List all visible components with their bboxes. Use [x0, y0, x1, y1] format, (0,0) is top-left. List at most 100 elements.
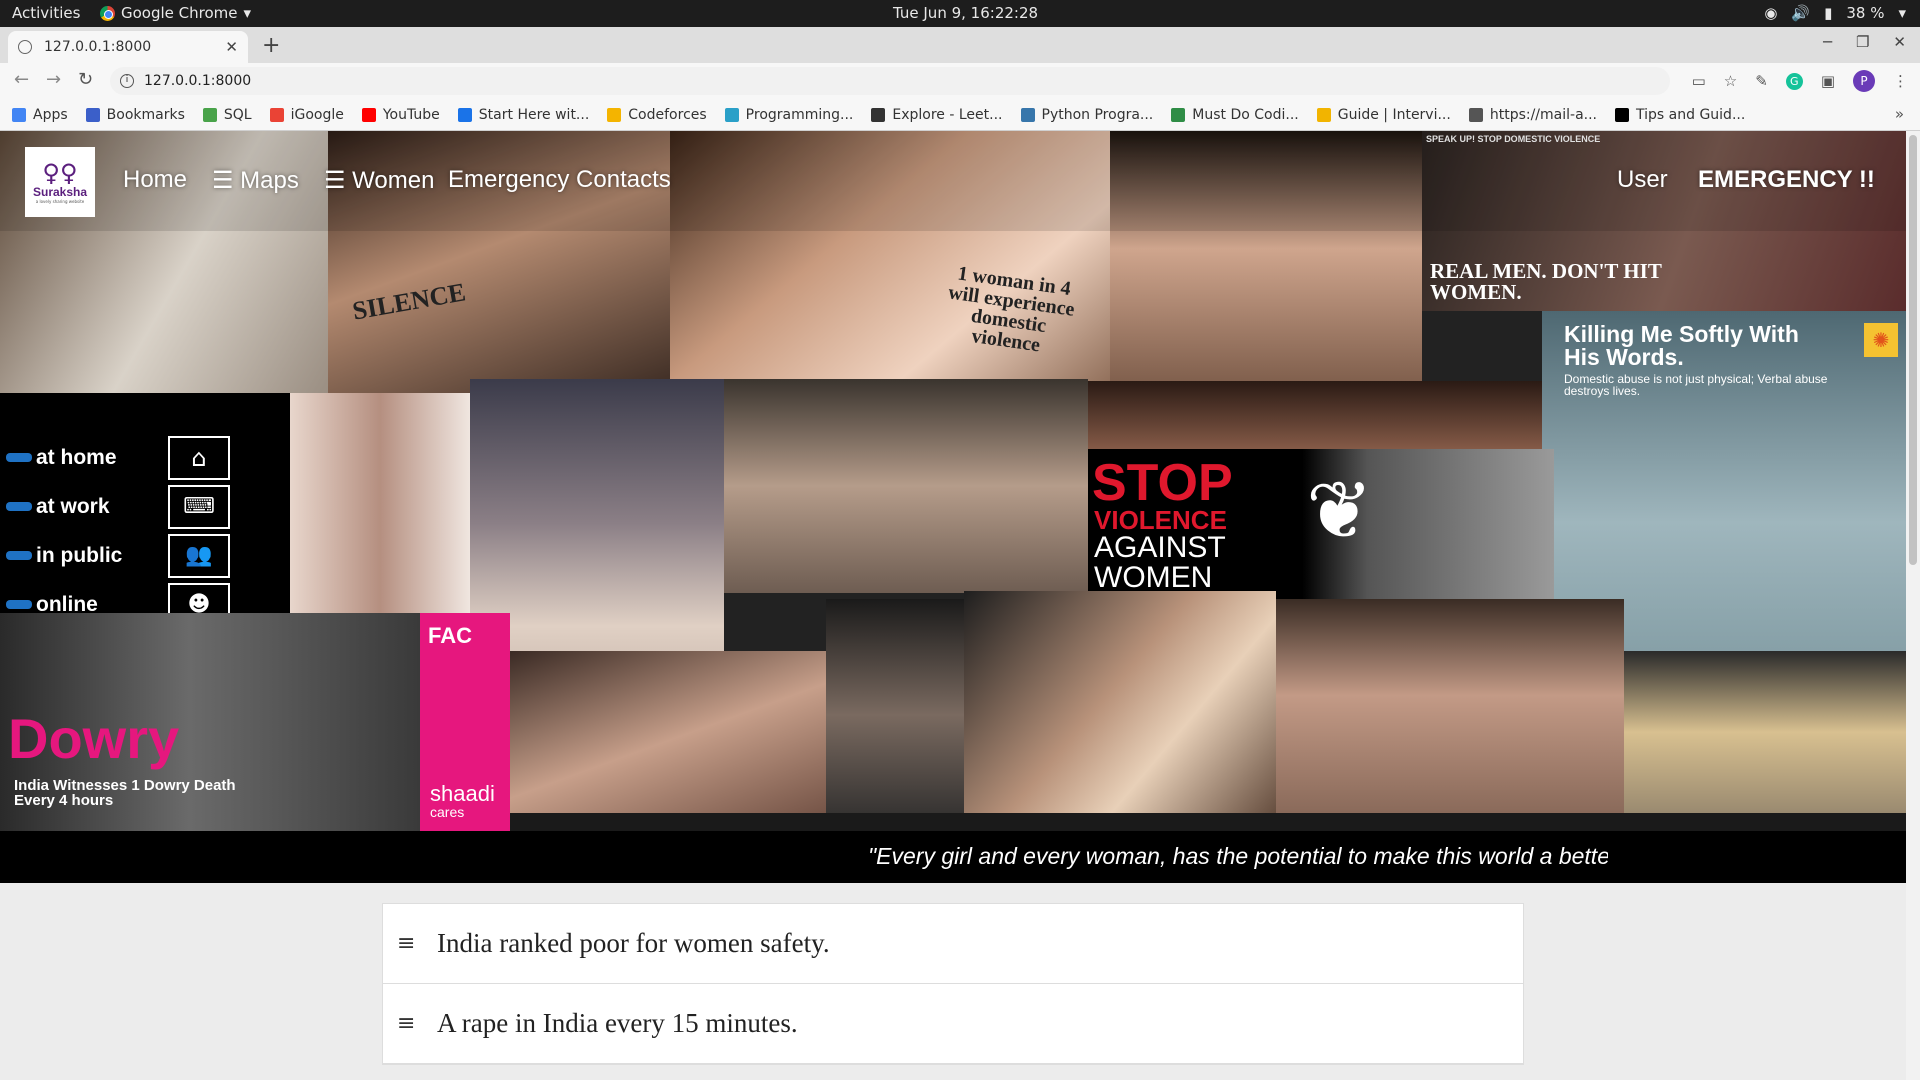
back-icon[interactable]: ←	[14, 69, 29, 90]
silence-text: SILENCE	[350, 277, 468, 326]
nav-women[interactable]: ☰ Women	[324, 166, 434, 195]
minimize-icon[interactable]: ─	[1823, 33, 1832, 51]
nav-emergency-button[interactable]: EMERGENCY !!	[1698, 166, 1875, 194]
bookmark-favicon-icon	[202, 107, 217, 122]
collage-photo-sunglasses	[1624, 651, 1906, 813]
profile-avatar[interactable]: P	[1853, 70, 1875, 92]
bookmark-item[interactable]: Apps	[12, 107, 68, 123]
extension-cast-icon[interactable]: ▣	[1821, 72, 1835, 90]
one-in-four-text: 1 woman in 4 will experience domestic vi…	[946, 262, 1076, 357]
bookmark-favicon-icon	[1615, 107, 1630, 122]
nav-emergency-contacts[interactable]: Emergency Contacts	[448, 166, 671, 194]
bookmark-favicon-icon	[269, 107, 284, 122]
bookmark-label: SQL	[223, 106, 252, 123]
quote-text: "Every girl and every woman, has the pot…	[868, 843, 1608, 869]
bookmark-favicon-icon	[724, 107, 739, 122]
collage-photo-woman-portrait	[826, 599, 964, 831]
bookmark-item[interactable]: Codeforces	[607, 107, 707, 123]
bookmark-item[interactable]: Explore - Leet...	[871, 106, 1003, 123]
chevron-down-icon: ▾	[243, 4, 252, 22]
menu-icon: ≡	[397, 931, 416, 956]
bookmark-item[interactable]: Bookmarks	[85, 107, 185, 123]
tab-strip: 127.0.0.1:8000 ✕ + ─ ❐ ✕	[0, 27, 1920, 63]
collage-photo-crying-baby	[510, 651, 826, 831]
new-tab-button[interactable]: +	[262, 33, 280, 58]
toolbar-icons: ▭ ☆ ✎ G ▣ P ⋮	[1692, 63, 1908, 99]
bookmark-label: Apps	[33, 106, 68, 123]
facts-list: ≡ India ranked poor for women safety. ≡ A r…	[382, 903, 1524, 1065]
bookmark-item[interactable]: Programming...	[724, 107, 853, 123]
bookmark-star-icon[interactable]: ☆	[1724, 72, 1737, 90]
fact-item[interactable]: ≡ A rape in India every 15 minutes.	[383, 984, 1523, 1064]
battery-icon: ▮	[1824, 4, 1833, 22]
office-icon: ⌨	[168, 484, 230, 529]
bookmark-item[interactable]: Tips and Guid...	[1615, 107, 1745, 123]
close-tab-icon[interactable]: ✕	[225, 38, 238, 56]
bookmark-item[interactable]: Must Do Codi...	[1171, 106, 1299, 123]
hero-collage: SILENCE 1 woman in 4 will experience dom…	[0, 131, 1906, 831]
nav-home[interactable]: Home	[123, 166, 187, 194]
nav-maps[interactable]: ☰ Maps	[212, 166, 299, 195]
people-icon: 👥	[168, 533, 230, 578]
bookmark-item[interactable]: YouTube	[361, 106, 440, 123]
collage-where-panel: at home ⌂ at work ⌨ in public 👥 online ☻	[0, 393, 290, 613]
app-menu[interactable]: Google Chrome ▾	[100, 4, 251, 22]
restore-icon[interactable]: ❐	[1856, 33, 1869, 51]
where-item-online: online ☻	[6, 580, 230, 613]
nav-user[interactable]: User	[1617, 166, 1668, 194]
bookmark-item[interactable]: iGoogle	[269, 106, 344, 123]
bookmark-item[interactable]: Python Progra...	[1020, 107, 1153, 123]
stop-text: STOP	[1092, 454, 1233, 512]
url-text[interactable]: 127.0.0.1:8000	[144, 73, 251, 89]
where-item-home: at home ⌂	[6, 433, 230, 482]
system-top-bar: Activities Google Chrome ▾ Tue Jun 9, 16…	[0, 0, 1920, 27]
bookmark-label: Must Do Codi...	[1192, 106, 1299, 123]
where-label-work: at work	[36, 495, 110, 518]
where-item-public: in public 👥	[6, 531, 230, 580]
bookmarks-overflow-icon[interactable]: »	[1895, 105, 1904, 123]
system-tray[interactable]: ◉ 🔊 ▮ 38 % ▾	[1764, 4, 1906, 22]
bookmark-item[interactable]: Guide | Intervi...	[1316, 107, 1451, 123]
forward-icon[interactable]: →	[46, 69, 61, 90]
activities-button[interactable]: Activities	[12, 4, 80, 22]
chevron-down-icon: ▾	[1898, 4, 1906, 22]
page-scrollbar[interactable]	[1906, 131, 1920, 1080]
browser-tab[interactable]: 127.0.0.1:8000 ✕	[8, 31, 248, 63]
clock[interactable]: Tue Jun 9, 16:22:28	[893, 4, 1038, 22]
grammarly-icon[interactable]: G	[1785, 72, 1803, 90]
close-window-icon[interactable]: ✕	[1893, 33, 1906, 51]
bookmark-favicon-icon	[1171, 107, 1186, 122]
shaadi-text: shaadi	[430, 781, 495, 806]
address-bar[interactable]: i 127.0.0.1:8000	[110, 67, 1670, 95]
bookmark-item[interactable]: SQL	[202, 106, 252, 123]
fact-text: A rape in India every 15 minutes.	[437, 1008, 798, 1038]
bookmark-label: iGoogle	[290, 106, 344, 123]
bookmark-label: Explore - Leet...	[892, 106, 1003, 123]
bookmark-item[interactable]: Start Here wit...	[457, 107, 589, 123]
where-label-home: at home	[36, 446, 117, 469]
cast-icon[interactable]: ▭	[1692, 72, 1706, 90]
bookmark-favicon-icon	[457, 107, 472, 122]
collage-stop-violence: STOP VIOLENCE AGAINST WOMEN ❦	[1088, 449, 1554, 599]
fact-item[interactable]: ≡ India ranked poor for women safety.	[383, 904, 1523, 984]
real-men-text: REAL MEN. DON'T HIT WOMEN.	[1430, 259, 1662, 304]
dowry-subtext: India Witnesses 1 Dowry Death Every 4 ho…	[14, 777, 236, 809]
computer-user-icon: ☻	[168, 582, 230, 613]
violence-text: VIOLENCE	[1094, 505, 1227, 535]
scrollbar-thumb[interactable]	[1909, 135, 1917, 565]
volume-icon: 🔊	[1791, 4, 1811, 22]
site-navbar: ♀♀ Suraksha a lovely sharing website Hom…	[0, 131, 1906, 231]
bookmark-label: Tips and Guid...	[1636, 106, 1746, 123]
where-item-work: at work ⌨	[6, 482, 230, 531]
killing-softly-subtext: Domestic abuse is not just physical; Ver…	[1564, 372, 1828, 398]
bookmark-item[interactable]: https://mail-a...	[1468, 106, 1598, 123]
reload-icon[interactable]: ↻	[78, 69, 93, 90]
site-logo[interactable]: ♀♀ Suraksha a lovely sharing website	[25, 147, 95, 217]
info-icon[interactable]: i	[120, 74, 134, 88]
bookmark-label: https://mail-a...	[1489, 106, 1598, 123]
globe-icon	[18, 40, 32, 54]
where-label-public: in public	[36, 544, 123, 567]
extension-eyedropper-icon[interactable]: ✎	[1755, 72, 1768, 90]
bookmark-label: YouTube	[382, 106, 440, 123]
more-menu-icon[interactable]: ⋮	[1893, 72, 1908, 90]
